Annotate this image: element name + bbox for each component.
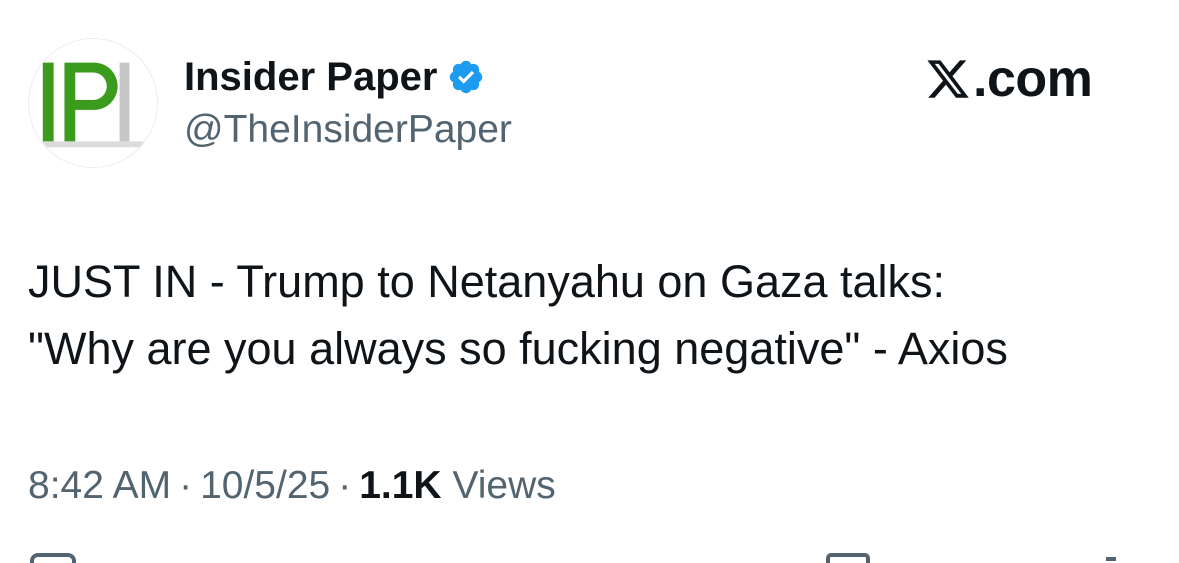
verified-badge-icon[interactable]: [447, 58, 485, 96]
tweet-meta: 8:42 AM · 10/5/25 · 1.1K Views: [28, 462, 556, 510]
reply-icon[interactable]: [30, 553, 76, 563]
tweet-text-line: JUST IN - Trump to Netanyahu on Gaza tal…: [28, 256, 946, 307]
author-display-name[interactable]: Insider Paper: [184, 54, 437, 100]
views-label: Views: [452, 464, 556, 507]
author-handle[interactable]: @TheInsiderPaper: [184, 106, 512, 154]
views-count: 1.1K: [359, 464, 442, 507]
meta-separator: ·: [179, 464, 193, 507]
bookmark-icon[interactable]: [826, 553, 870, 563]
author-name-row: Insider Paper: [184, 54, 485, 100]
tweet-text-line: "Why are you always so fucking negative"…: [28, 323, 1008, 374]
avatar-logo-icon: [29, 39, 157, 167]
tweet-card: Insider Paper @TheInsiderPaper .com JUST…: [0, 0, 1179, 563]
brand-watermark: .com: [925, 50, 1093, 108]
brand-suffix: .com: [973, 50, 1093, 108]
x-logo-icon: [925, 56, 971, 102]
tweet-body: JUST IN - Trump to Netanyahu on Gaza tal…: [28, 248, 1168, 382]
avatar[interactable]: [28, 38, 158, 168]
share-icon[interactable]: [1106, 557, 1116, 563]
tweet-time[interactable]: 8:42 AM: [28, 464, 171, 507]
tweet-date[interactable]: 10/5/25: [200, 464, 330, 507]
meta-separator: ·: [338, 464, 352, 507]
